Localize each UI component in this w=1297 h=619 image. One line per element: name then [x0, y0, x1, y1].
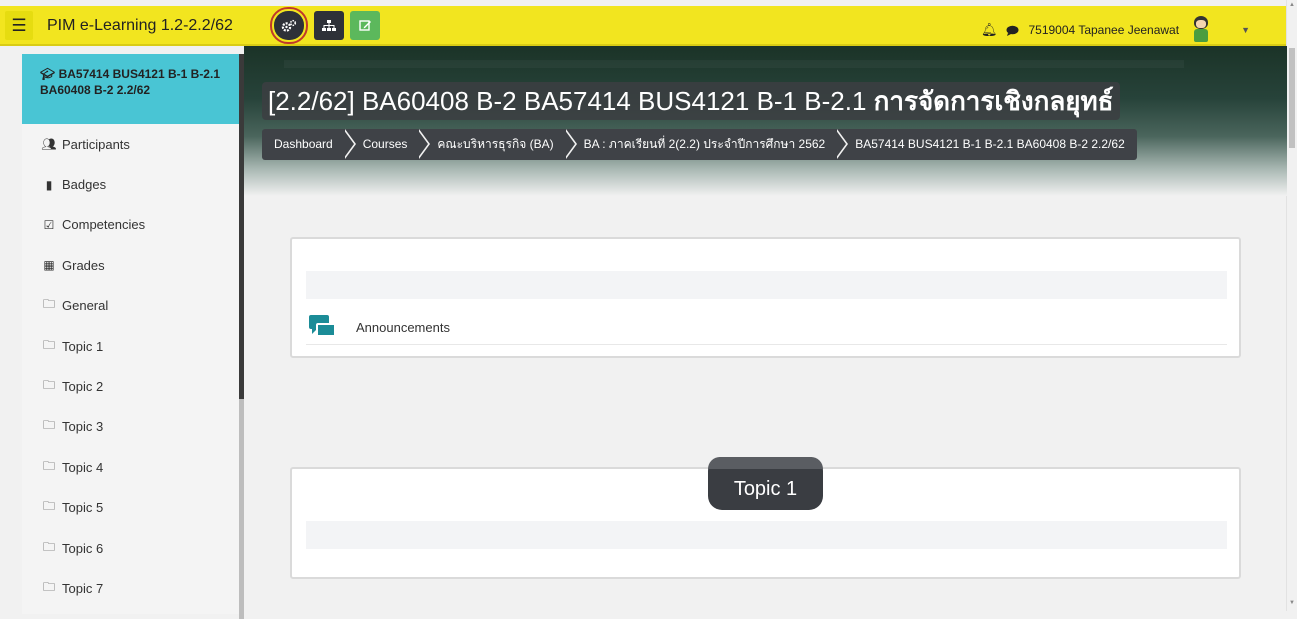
sidebar-item-topic-1[interactable]: 🗀︎ Topic 1: [22, 326, 239, 366]
sidebar-item-badges[interactable]: ▮ Badges: [22, 164, 239, 204]
sidebar-item-general[interactable]: 🗀︎ General: [22, 286, 239, 326]
scroll-down-arrow-icon[interactable]: ▼: [1289, 600, 1295, 606]
sitemap-icon: [322, 19, 336, 31]
edit-icon: [358, 20, 371, 31]
sidebar-item-label: Topic 1: [62, 338, 104, 354]
folder-icon: 🗀︎: [42, 579, 55, 594]
check-square-icon: ☑: [43, 217, 55, 232]
scrollbar-thumb[interactable]: [1289, 48, 1295, 148]
sidebar-item-topic-4[interactable]: 🗀︎ Topic 4: [22, 447, 239, 487]
user-area: 🔔︎ 7519004 Tapanee Jeenawat ▼: [981, 16, 1250, 44]
folder-icon: 🗀︎: [42, 297, 55, 312]
sidebar-item-label: Topic 4: [62, 459, 104, 475]
site-name-link[interactable]: PIM e-Learning 1.2-2.2/62: [47, 17, 233, 35]
sidebar-item-competencies[interactable]: ☑ Competencies: [22, 205, 239, 245]
page-title-thai: การจัดการเชิงกลยุทธ์: [873, 86, 1114, 116]
edit-mode-button[interactable]: [350, 11, 380, 40]
sidebar-item-topic-5[interactable]: 🗀︎ Topic 5: [22, 488, 239, 528]
sidebar-item-label: Topic 7: [62, 580, 104, 596]
sidebar-item-topic-7[interactable]: 🗀︎ Topic 7: [22, 568, 239, 608]
header-banner: [244, 46, 1287, 196]
graduation-cap-icon: 🎓︎: [40, 67, 56, 81]
cogs-icon: [281, 19, 297, 32]
sidebar-item-grades[interactable]: ▦ Grades: [22, 245, 239, 285]
sidebar-course-link[interactable]: 🎓︎ BA57414 BUS4121 B-1 B-2.1 BA60408 B-2…: [22, 54, 239, 124]
scroll-up-arrow-icon[interactable]: ▲: [1289, 2, 1295, 8]
sidebar-item-topic-3[interactable]: 🗀︎ Topic 3: [22, 407, 239, 447]
page-title-text: [2.2/62] BA60408 B-2 BA57414 BUS4121 B-1…: [268, 86, 874, 116]
sidebar-item-label: Topic 3: [62, 419, 104, 435]
chevron-down-icon[interactable]: ▼: [1241, 25, 1250, 35]
section-title-label: Topic 1: [733, 478, 798, 500]
comment-icon[interactable]: [1006, 25, 1019, 36]
avatar[interactable]: [1188, 16, 1214, 44]
folder-icon: 🗀︎: [42, 499, 55, 514]
breadcrumb-semester[interactable]: BA : ภาคเรียนที่ 2(2.2) ประจำปีการศึกษา …: [563, 129, 848, 160]
sidebar-item-participants[interactable]: 👥︎ Participants: [22, 124, 239, 164]
top-navbar: ☰ PIM e-Learning 1.2-2.2/62 🔔︎ 7519004 T…: [0, 6, 1290, 46]
breadcrumb-course[interactable]: BA57414 BUS4121 B-1 B-2.1 BA60408 B-2 2.…: [835, 129, 1137, 160]
sidebar-item-label: General: [62, 298, 109, 314]
sidebar-item-label: Competencies: [62, 217, 146, 233]
breadcrumb: Dashboard Courses คณะบริหารธุรกิจ (BA) B…: [262, 129, 1137, 160]
page-title: [2.2/62] BA60408 B-2 BA57414 BUS4121 B-1…: [262, 82, 1120, 120]
shield-icon: ▮: [45, 177, 53, 192]
page-scrollbar[interactable]: ▲ ▼: [1286, 0, 1297, 611]
section-summary-band: [306, 521, 1227, 549]
user-name[interactable]: 7519004 Tapanee Jeenawat: [1028, 23, 1179, 37]
section-summary-band: [306, 271, 1227, 299]
sidebar-item-label: Grades: [62, 257, 105, 273]
comments-icon: [308, 314, 338, 340]
sidebar-item-topic-6[interactable]: 🗀︎ Topic 6: [22, 528, 239, 568]
folder-icon: 🗀︎: [42, 539, 55, 554]
breadcrumb-faculty[interactable]: คณะบริหารธุรกิจ (BA): [417, 129, 577, 160]
section-general: Announcements: [290, 237, 1241, 358]
sidebar-item-label: Badges: [62, 177, 107, 193]
sidebar-item-label: Topic 6: [62, 540, 104, 556]
sidebar-item-label: Topic 5: [62, 500, 104, 516]
sidebar-item-label: Participants: [62, 136, 130, 152]
sidebar-item-label: Topic 2: [62, 379, 104, 395]
sidebar-item-topic-2[interactable]: 🗀︎ Topic 2: [22, 366, 239, 406]
section-title-topic-1[interactable]: Topic 1: [708, 457, 823, 510]
hamburger-menu-button[interactable]: ☰: [5, 11, 33, 40]
bell-icon[interactable]: 🔔︎: [981, 22, 998, 38]
users-icon: 👥︎: [41, 137, 57, 152]
folder-icon: 🗀︎: [42, 337, 55, 352]
folder-icon: 🗀︎: [42, 418, 55, 433]
settings-cogs-button[interactable]: [270, 7, 308, 44]
sitemap-button[interactable]: [314, 11, 344, 40]
breadcrumb-dashboard[interactable]: Dashboard: [262, 129, 356, 160]
folder-icon: 🗀︎: [42, 378, 55, 393]
activity-announcements[interactable]: Announcements: [306, 310, 1227, 345]
course-sidebar: 🎓︎ BA57414 BUS4121 B-1 B-2.1 BA60408 B-2…: [22, 54, 244, 619]
folder-icon: 🗀︎: [42, 458, 55, 473]
sidebar-scrollbar[interactable]: [239, 399, 244, 619]
activity-label[interactable]: Announcements: [356, 320, 450, 335]
table-icon: ▦: [43, 258, 55, 273]
sidebar-course-label: BA57414 BUS4121 B-1 B-2.1 BA60408 B-2 2.…: [40, 67, 220, 97]
bars-icon: ☰: [11, 15, 27, 35]
